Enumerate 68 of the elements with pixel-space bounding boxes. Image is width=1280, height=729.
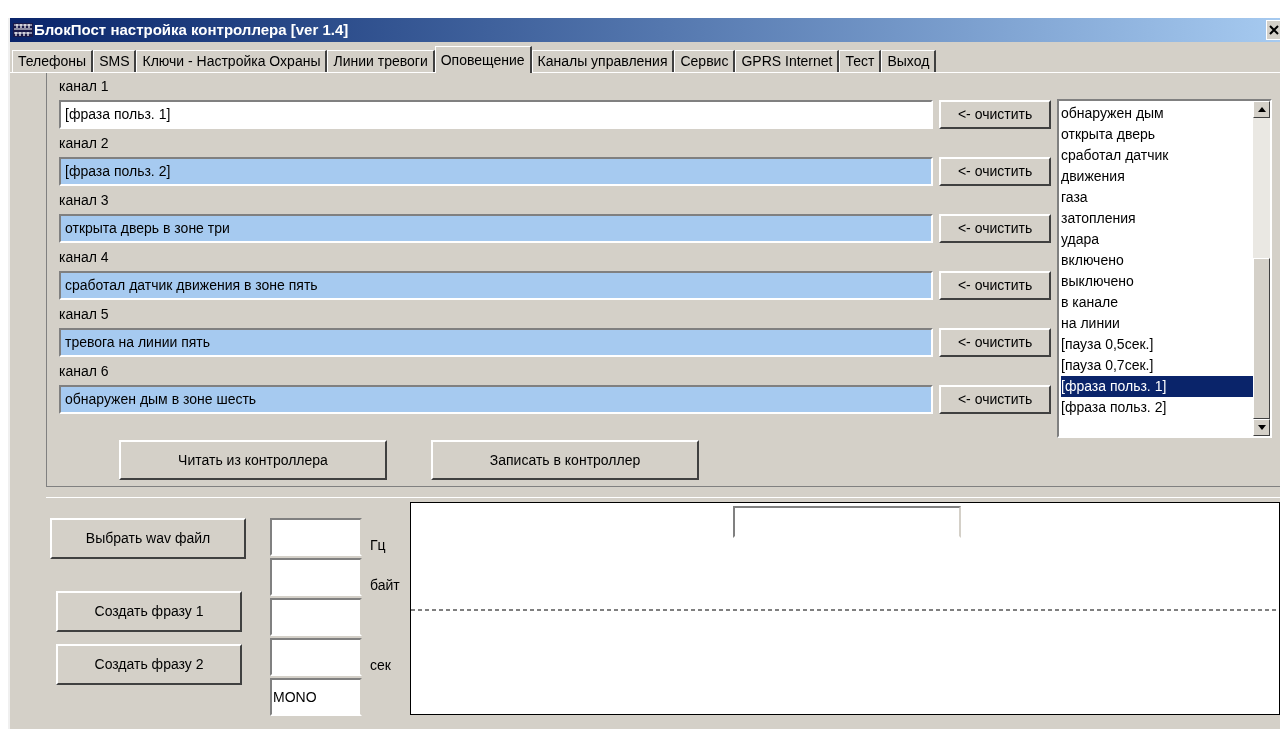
unit-label: байт xyxy=(370,576,400,595)
channel-field[interactable]: тревога на линии пять xyxy=(59,327,934,357)
create-phrase-button[interactable]: Создать фразу 2 xyxy=(56,644,242,685)
tab[interactable]: Выход xyxy=(881,50,937,72)
input-field[interactable] xyxy=(732,506,961,538)
write-button[interactable]: Записать в контроллер xyxy=(431,440,699,480)
clear-button[interactable]: <- очистить xyxy=(939,270,1051,300)
scroll-up-button[interactable] xyxy=(1253,101,1270,118)
tab[interactable]: GPRS Internet xyxy=(735,50,840,72)
list-item[interactable]: на линии xyxy=(1061,313,1253,334)
list-item[interactable]: выключено xyxy=(1061,271,1253,292)
input-field[interactable] xyxy=(270,518,362,556)
list-item[interactable]: [пауза 0,7сек.] xyxy=(1061,355,1253,376)
up-arrow-icon xyxy=(1257,107,1266,112)
channel-field[interactable]: открыта дверь в зоне три xyxy=(59,213,934,243)
channel-field[interactable]: обнаружен дым в зоне шесть xyxy=(59,384,934,414)
list-item[interactable]: [фраза польз. 1] xyxy=(1061,376,1253,397)
channel-label: канал 1 xyxy=(59,77,109,96)
channel-field[interactable]: [фраза польз. 1] xyxy=(59,99,934,129)
down-arrow-icon xyxy=(1257,425,1266,430)
channel-label: канал 3 xyxy=(59,191,109,210)
list-item[interactable]: удара xyxy=(1061,229,1253,250)
list-item[interactable]: затопления xyxy=(1061,208,1253,229)
channel-label: канал 4 xyxy=(59,248,109,267)
list-item[interactable]: включено xyxy=(1061,250,1253,271)
channel-label: канал 2 xyxy=(59,134,109,153)
scroll-down-button[interactable] xyxy=(1253,419,1270,436)
scrollbar[interactable] xyxy=(1253,101,1270,436)
tab[interactable]: Телефоны xyxy=(12,50,94,72)
clear-button[interactable]: <- очистить xyxy=(939,213,1051,243)
app-icon xyxy=(13,23,33,37)
close-icon xyxy=(1269,25,1279,35)
select-file-button[interactable]: Выбрать wav файл xyxy=(50,518,246,559)
window-title: БлокПост настройка контроллера [ver 1.4] xyxy=(34,19,349,40)
clear-button[interactable]: <- очистить xyxy=(939,99,1051,129)
tab[interactable]: Ключи - Настройка Охраны xyxy=(136,50,328,72)
tab[interactable]: Каналы управления xyxy=(531,50,675,72)
clear-button[interactable]: <- очистить xyxy=(939,156,1051,186)
list-item[interactable]: открыта дверь xyxy=(1061,124,1253,145)
list-item[interactable]: [фраза польз. 2] xyxy=(1061,397,1253,418)
read-button[interactable]: Читать из контроллера xyxy=(119,440,387,480)
channel-label: канал 6 xyxy=(59,362,109,381)
list-item[interactable]: движения xyxy=(1061,166,1253,187)
tab[interactable]: Оповещение xyxy=(434,46,532,73)
list-item[interactable]: сработал датчик xyxy=(1061,145,1253,166)
unit-label: сек xyxy=(370,656,391,675)
channel-label: канал 5 xyxy=(59,305,109,324)
tab[interactable]: Сервис xyxy=(674,50,736,72)
tab[interactable]: Тест xyxy=(839,50,882,72)
list-item[interactable]: в канале xyxy=(1061,292,1253,313)
list-item[interactable]: газа xyxy=(1061,187,1253,208)
clear-button[interactable]: <- очистить xyxy=(939,384,1051,414)
input-field[interactable] xyxy=(270,558,362,596)
input-field[interactable]: MONO xyxy=(270,678,362,716)
input-field[interactable] xyxy=(270,598,362,636)
scroll-thumb[interactable] xyxy=(1253,258,1270,419)
list-item[interactable]: обнаружен дым xyxy=(1061,103,1253,124)
close-button[interactable] xyxy=(1266,20,1280,40)
list-item[interactable]: [пауза 0,5сек.] xyxy=(1061,334,1253,355)
tab[interactable]: Линии тревоги xyxy=(327,50,435,72)
input-field[interactable] xyxy=(270,638,362,676)
clear-button[interactable]: <- очистить xyxy=(939,327,1051,357)
unit-label: Гц xyxy=(370,536,386,555)
phrase-list[interactable]: обнаружен дым открыта дверь сработал датчик движения газа затопления удара включено выключено в канале на линии [пауза 0,5сек.] [пауза 0,7сек.] [фраза польз. 1] [фраза польз. 2] xyxy=(1057,99,1272,438)
tab[interactable]: SMS xyxy=(93,50,137,72)
channel-field[interactable]: сработал датчик движения в зоне пять xyxy=(59,270,934,300)
channel-field[interactable]: [фраза польз. 2] xyxy=(59,156,934,186)
create-phrase-button[interactable]: Создать фразу 1 xyxy=(56,591,242,632)
